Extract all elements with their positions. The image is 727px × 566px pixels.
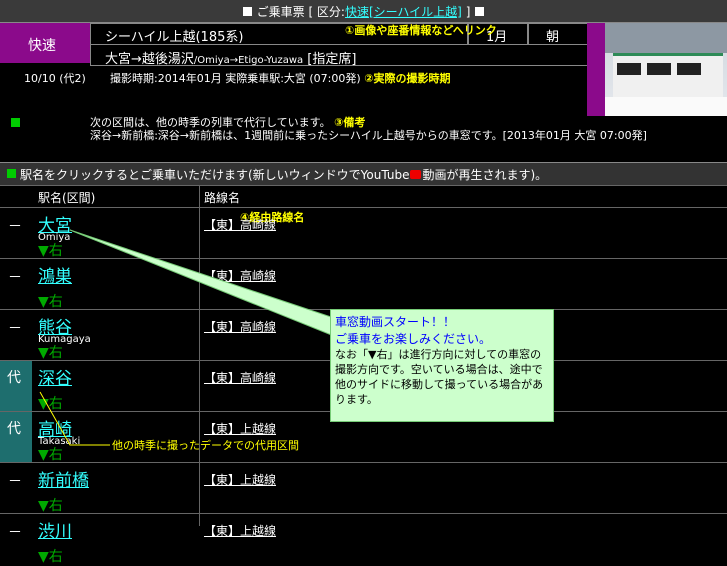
direction-label: ▼右 — [38, 549, 63, 565]
callout-subtitle: ご乗車をお楽しみください。 — [335, 332, 492, 346]
annotation-substitute: 他の時季に撮ったデータでの代用区間 — [112, 439, 299, 452]
callout-title: 車窓動画スタート！！ — [335, 315, 456, 329]
callout-pointer — [39, 229, 335, 446]
start-callout: 車窓動画スタート！！ ご乗車をお楽しみください。 なお「▼右」は進行方向に対して… — [330, 309, 554, 422]
callout-body: なお「▼右」は進行方向に対しての車窓の撮影方向です。空いている場合は、途中で他の… — [335, 348, 544, 406]
